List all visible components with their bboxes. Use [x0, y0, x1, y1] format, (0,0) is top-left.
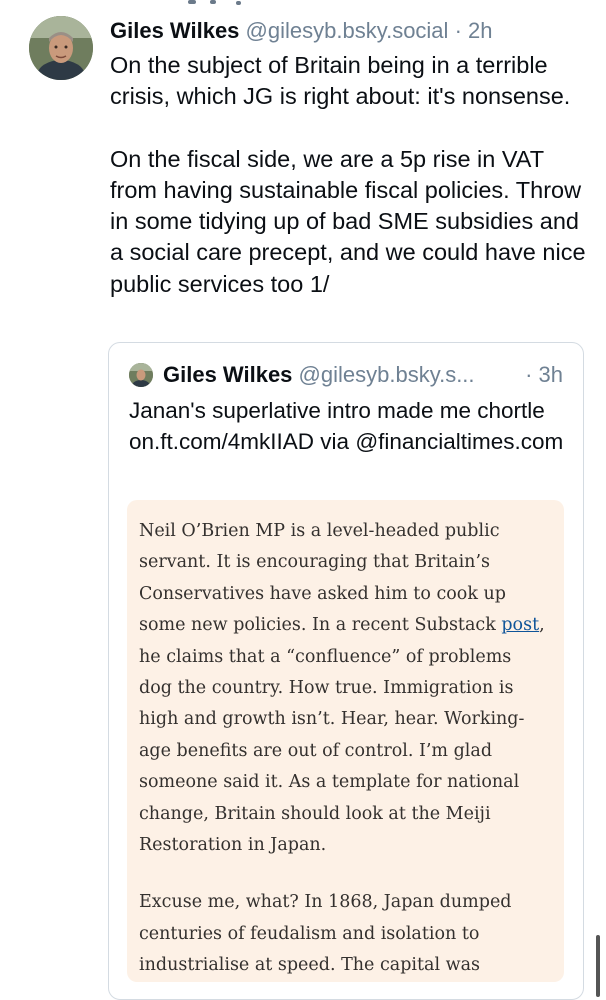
post-header: Giles Wilkes @gilesyb.bsky.social · 2h — [110, 14, 493, 48]
post-time[interactable]: 2h — [468, 18, 492, 43]
post-paragraph-1: On the subject of Britain being in a ter… — [110, 52, 571, 110]
previous-post-fragment — [188, 0, 248, 6]
author-handle[interactable]: @gilesyb.bsky.social — [246, 18, 449, 43]
clipping-p1-after: , he claims that a “confluence” of probl… — [139, 615, 545, 856]
clipping-paragraph-1: Neil O’Brien MP is a level-headed public… — [139, 516, 549, 861]
post-body: On the subject of Britain being in a ter… — [110, 50, 590, 300]
article-clipping-image[interactable]: Neil O’Brien MP is a level-headed public… — [127, 500, 564, 982]
quote-text: Janan's superlative intro made me chortl… — [129, 398, 564, 454]
quote-header: Giles Wilkes @gilesyb.bsky.s... · 3h — [163, 358, 573, 392]
post-paragraph-2: On the fiscal side, we are a 5p rise in … — [110, 145, 586, 297]
scrollbar[interactable] — [596, 935, 600, 997]
clipping-post-link: post — [501, 615, 540, 636]
quote-author-handle: @gilesyb.bsky.s... — [298, 362, 475, 387]
clipping-text: Neil O’Brien MP is a level-headed public… — [139, 516, 549, 982]
quote-avatar — [129, 363, 153, 387]
avatar-photo-icon — [29, 16, 93, 80]
author-name[interactable]: Giles Wilkes — [110, 18, 239, 43]
avatar[interactable] — [29, 16, 93, 80]
quote-author-name: Giles Wilkes — [163, 362, 293, 387]
quote-avatar-photo-icon — [129, 363, 153, 387]
quote-time: · 3h — [525, 362, 563, 387]
clipping-paragraph-2: Excuse me, what? In 1868, Japan dumped c… — [139, 892, 512, 976]
quote-post-card[interactable]: Giles Wilkes @gilesyb.bsky.s... · 3h Jan… — [108, 342, 584, 1000]
clipping-p1-before: Neil O’Brien MP is a level-headed public… — [139, 521, 506, 636]
separator-dot: · — [454, 18, 462, 43]
